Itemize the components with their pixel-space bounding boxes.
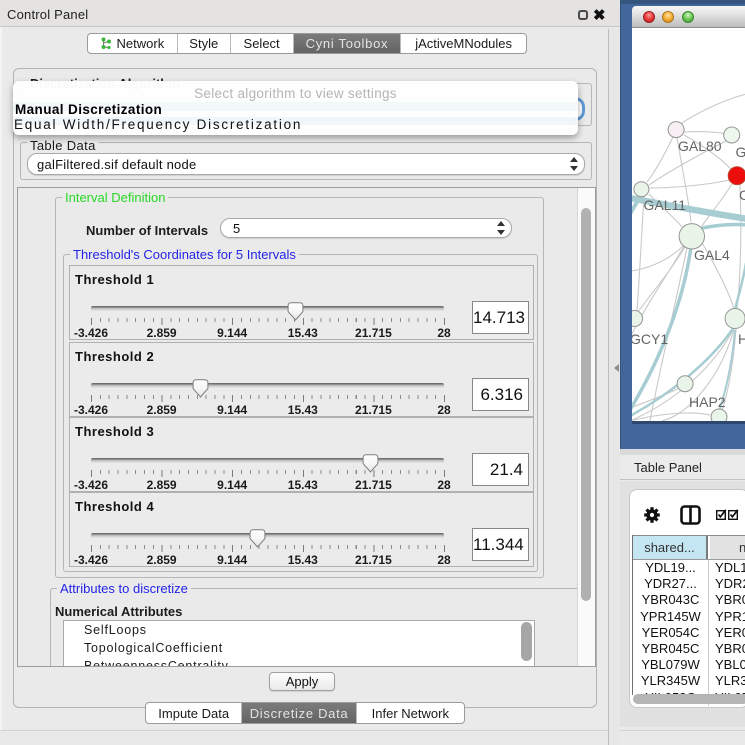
svg-text:H: H: [738, 331, 745, 347]
svg-text:C: C: [739, 187, 745, 203]
svg-text:GA: GA: [736, 144, 745, 160]
svg-text:GCY1: GCY1: [632, 331, 668, 347]
svg-text:HAP2: HAP2: [689, 394, 726, 410]
svg-text:GAL80: GAL80: [678, 138, 722, 154]
svg-text:GAL4: GAL4: [694, 247, 730, 263]
svg-text:GAL11: GAL11: [644, 197, 687, 213]
